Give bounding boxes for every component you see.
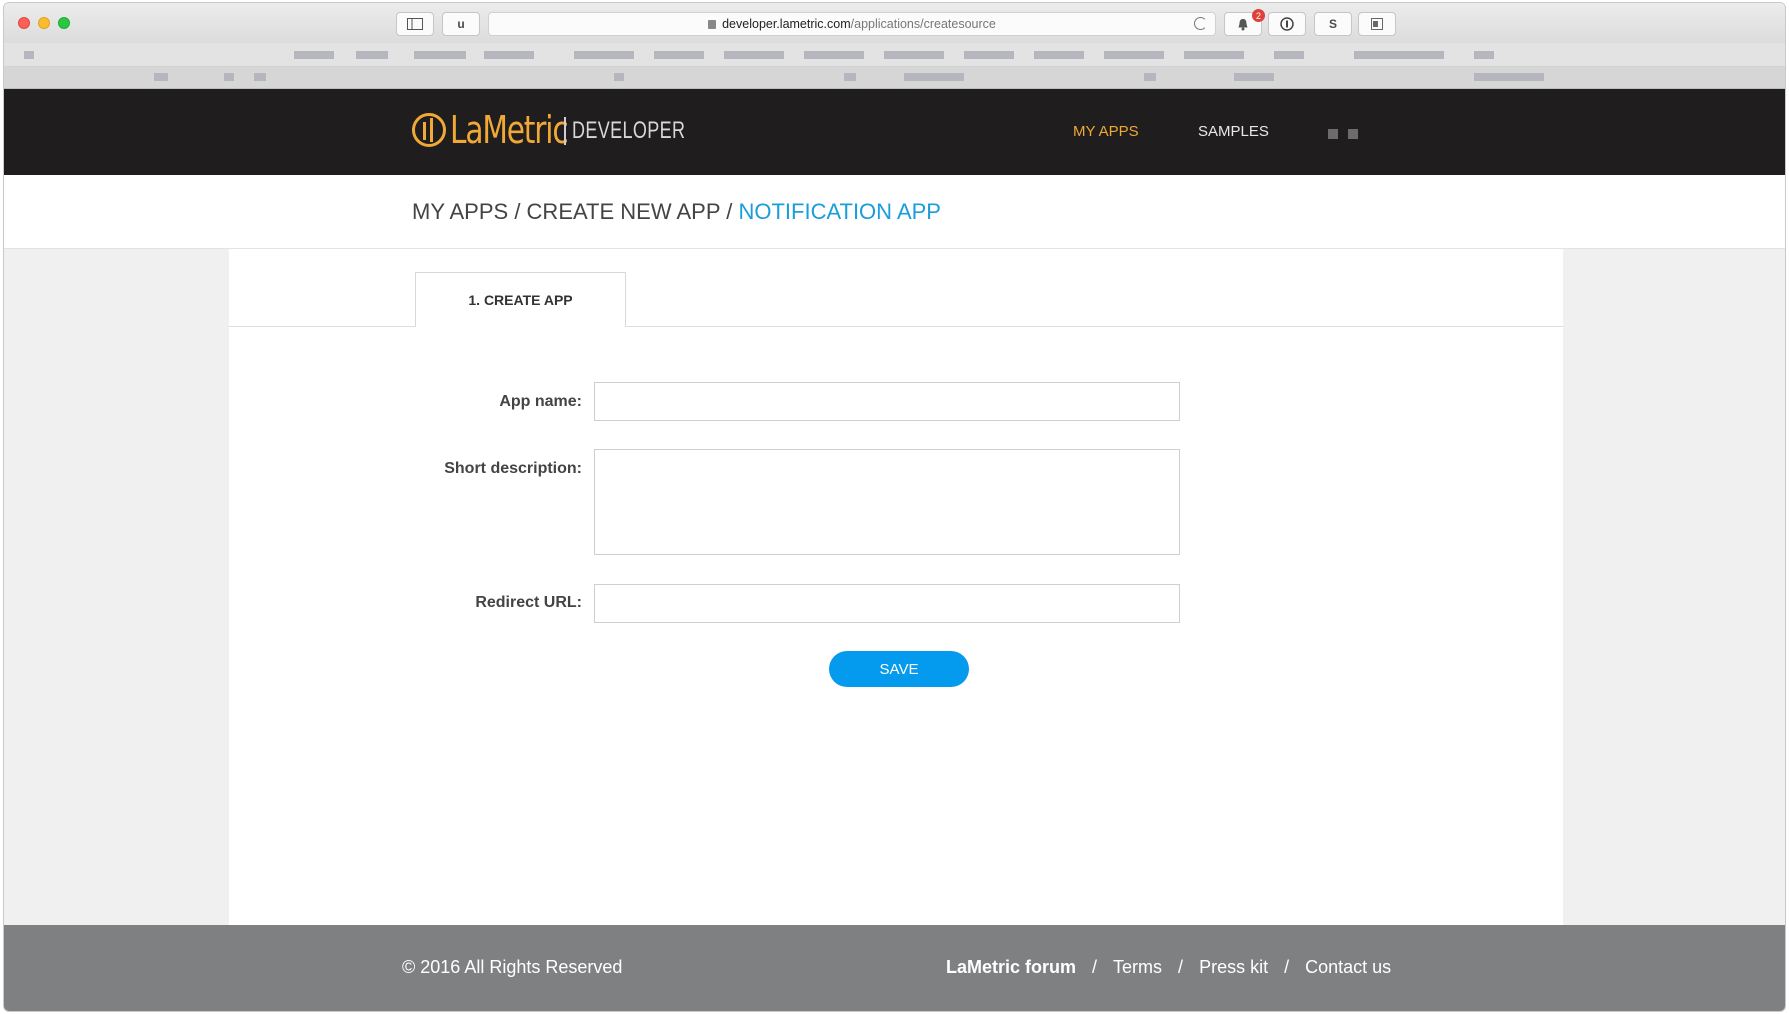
blurred-bookmark[interactable] [1274, 51, 1304, 59]
extension-s-label: S [1328, 17, 1337, 31]
blurred-bookmark[interactable] [1104, 51, 1164, 59]
url-path: /applications/createsource [850, 17, 996, 31]
blurred-bookmark[interactable] [356, 51, 388, 59]
blurred-bookmark[interactable] [654, 51, 704, 59]
blurred-bookmark[interactable] [24, 51, 34, 59]
extension-onenote-button[interactable] [1358, 12, 1396, 36]
blurred-bookmark[interactable] [884, 51, 944, 59]
footer-link-forum[interactable]: LaMetric forum [946, 957, 1076, 978]
extension-password-button[interactable] [1268, 12, 1306, 36]
blurred-bookmark[interactable] [1474, 51, 1494, 59]
blurred-bookmark[interactable] [294, 51, 334, 59]
browser-titlebar: u developer.lametric.com/applications/cr… [4, 3, 1785, 43]
blurred-bookmark[interactable] [804, 51, 864, 59]
browser-window: u developer.lametric.com/applications/cr… [3, 2, 1786, 1012]
site-footer: © 2016 All Rights Reserved LaMetric foru… [4, 925, 1785, 1011]
blurred-tab[interactable] [254, 73, 266, 81]
logo-divider [564, 117, 566, 145]
lametric-logo[interactable]: LaMetric DEVELOPER [412, 108, 685, 152]
breadcrumb-bar: MY APPS / CREATE NEW APP / NOTIFICATION … [4, 175, 1785, 249]
site-header: LaMetric DEVELOPER MY APPS SAMPLES [4, 89, 1785, 175]
short-description-label: Short description: [444, 460, 582, 477]
extension-u-label: u [457, 17, 465, 31]
blurred-tab[interactable] [1474, 73, 1544, 81]
footer-separator: / [1284, 957, 1290, 977]
onenote-icon [1371, 18, 1383, 30]
footer-link-terms[interactable]: Terms [1113, 957, 1162, 978]
logo-text: LaMetric [450, 108, 569, 152]
minimize-window-button[interactable] [38, 17, 50, 29]
address-bar[interactable]: developer.lametric.com/applications/crea… [488, 12, 1216, 36]
blurred-tab[interactable] [844, 73, 856, 81]
breadcrumb-separator: / [508, 199, 527, 224]
breadcrumb-my-apps[interactable]: MY APPS [412, 199, 508, 224]
sidebar-icon [407, 18, 423, 30]
blurred-bookmark[interactable] [1034, 51, 1084, 59]
bell-icon [1238, 18, 1248, 30]
breadcrumb-separator: / [720, 199, 739, 224]
tab-create-app[interactable]: 1. CREATE APP [415, 272, 626, 327]
app-name-label: App name: [499, 393, 582, 410]
blurred-tab[interactable] [1144, 73, 1156, 81]
app-name-input[interactable] [594, 382, 1180, 421]
extension-u-button[interactable]: u [442, 12, 480, 36]
zoom-window-button[interactable] [58, 17, 70, 29]
url-host: developer.lametric.com [722, 17, 851, 31]
nav-my-apps[interactable]: MY APPS [1073, 123, 1139, 140]
blurred-tab[interactable] [614, 73, 624, 81]
footer-separator: / [1092, 957, 1098, 977]
blurred-bookmark[interactable] [724, 51, 784, 59]
blurred-bookmark[interactable] [964, 51, 1014, 59]
footer-link-contact[interactable]: Contact us [1305, 957, 1391, 978]
blurred-bookmark[interactable] [1184, 51, 1244, 59]
language-flag-icon[interactable] [1348, 129, 1358, 139]
blurred-bookmark[interactable] [1354, 51, 1444, 59]
blurred-tab[interactable] [904, 73, 964, 81]
breadcrumb-current: NOTIFICATION APP [738, 199, 941, 224]
short-description-textarea[interactable] [594, 449, 1180, 555]
sidebar-toggle-button[interactable] [396, 12, 434, 36]
extension-badge: 2 [1252, 9, 1265, 22]
blurred-tab[interactable] [154, 73, 168, 81]
footer-links: LaMetric forum / Terms / Press kit / Con… [946, 957, 1391, 978]
main-panel: 1. CREATE APP App name: Short descriptio… [229, 249, 1563, 925]
tab-create-app-label: 1. CREATE APP [468, 292, 573, 308]
footer-separator: / [1178, 957, 1184, 977]
footer-link-press-kit[interactable]: Press kit [1199, 957, 1268, 978]
bookmarks-bar [4, 43, 1785, 67]
blurred-bookmark[interactable] [484, 51, 534, 59]
extension-s-button[interactable]: S [1314, 12, 1352, 36]
breadcrumb: MY APPS / CREATE NEW APP / NOTIFICATION … [412, 199, 941, 225]
copyright-text: © 2016 All Rights Reserved [402, 957, 623, 977]
lametric-logo-icon [412, 113, 446, 147]
blurred-bookmark[interactable] [414, 51, 466, 59]
keyhole-icon [1280, 17, 1294, 31]
blurred-tab[interactable] [224, 73, 234, 81]
redirect-url-label: Redirect URL: [475, 594, 582, 611]
redirect-url-input[interactable] [594, 584, 1180, 623]
close-window-button[interactable] [18, 17, 30, 29]
language-flag-icon[interactable] [1328, 129, 1338, 139]
save-button[interactable]: SAVE [829, 651, 969, 687]
blurred-bookmark[interactable] [574, 51, 634, 59]
breadcrumb-create-new-app[interactable]: CREATE NEW APP [527, 199, 721, 224]
browser-tab-strip [4, 67, 1785, 89]
lock-icon [708, 19, 717, 29]
nav-samples[interactable]: SAMPLES [1198, 123, 1269, 140]
logo-subtitle: DEVELOPER [572, 117, 686, 144]
reload-icon[interactable] [1194, 17, 1207, 30]
blurred-tab[interactable] [1234, 73, 1274, 81]
